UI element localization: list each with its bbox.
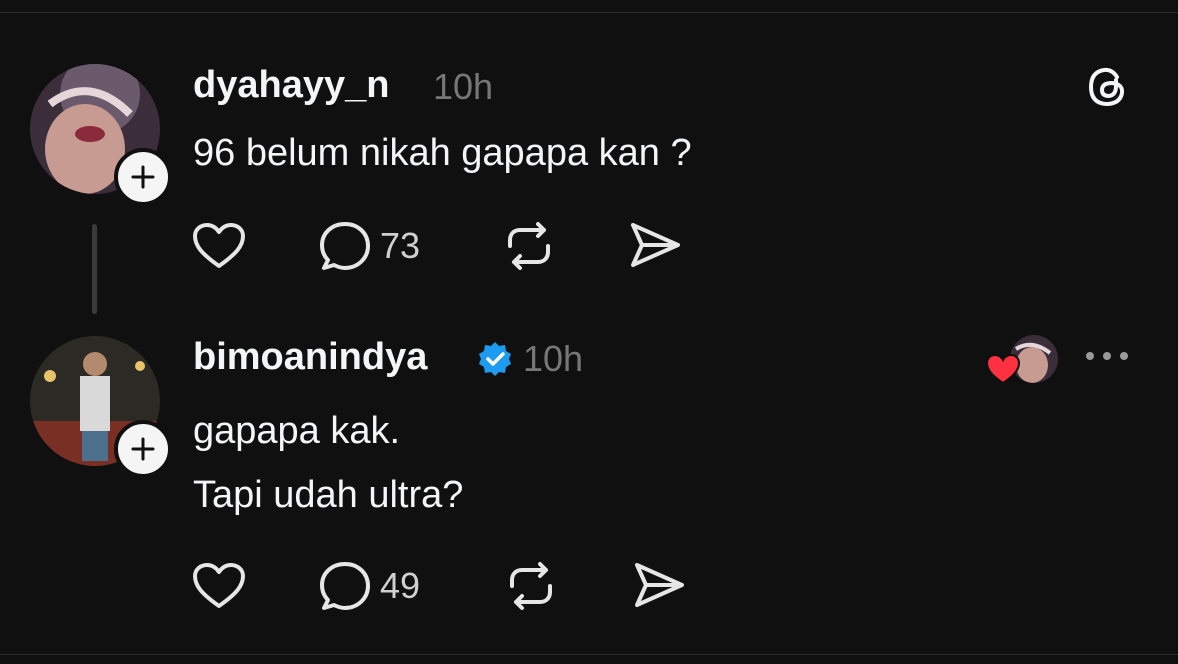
- reply-button[interactable]: 49: [318, 560, 420, 612]
- share-icon: [631, 223, 680, 267]
- comment-icon: [320, 222, 370, 270]
- share-button[interactable]: [632, 560, 686, 610]
- top-divider: [0, 12, 1178, 13]
- plus-icon: [131, 165, 155, 189]
- post-username[interactable]: dyahayy_n: [193, 64, 389, 107]
- heart-filled-icon: [986, 354, 1020, 384]
- verified-badge-icon: [479, 342, 511, 376]
- repost-icon: [508, 222, 550, 270]
- reply-count: 49: [380, 565, 421, 606]
- post-username[interactable]: bimoanindya: [193, 336, 427, 379]
- comment-icon: [320, 562, 370, 610]
- share-icon: [635, 563, 684, 607]
- like-button[interactable]: [192, 562, 246, 610]
- like-button[interactable]: [192, 222, 246, 270]
- reply-count: 73: [380, 225, 421, 266]
- reply-button[interactable]: 73: [318, 220, 420, 272]
- follow-button[interactable]: [114, 148, 172, 206]
- post-text-line: 96 belum nikah gapapa kan ?: [193, 132, 692, 174]
- share-button[interactable]: [628, 220, 682, 270]
- post-text-line: gapapa kak.: [193, 410, 401, 452]
- threads-logo-icon[interactable]: [1084, 64, 1130, 110]
- follow-button[interactable]: [114, 420, 172, 478]
- more-options-icon[interactable]: [1082, 346, 1132, 366]
- bottom-divider: [0, 654, 1178, 655]
- repost-button[interactable]: [502, 220, 556, 272]
- repost-button[interactable]: [504, 560, 558, 612]
- heart-icon: [193, 223, 245, 268]
- post-timestamp: 10h: [523, 338, 584, 379]
- post-text-line: Tapi udah ultra?: [193, 474, 464, 516]
- plus-icon: [131, 437, 155, 461]
- heart-icon: [193, 563, 245, 608]
- thread-line: [92, 224, 97, 314]
- post-timestamp: 10h: [433, 66, 494, 107]
- repost-icon: [510, 562, 552, 610]
